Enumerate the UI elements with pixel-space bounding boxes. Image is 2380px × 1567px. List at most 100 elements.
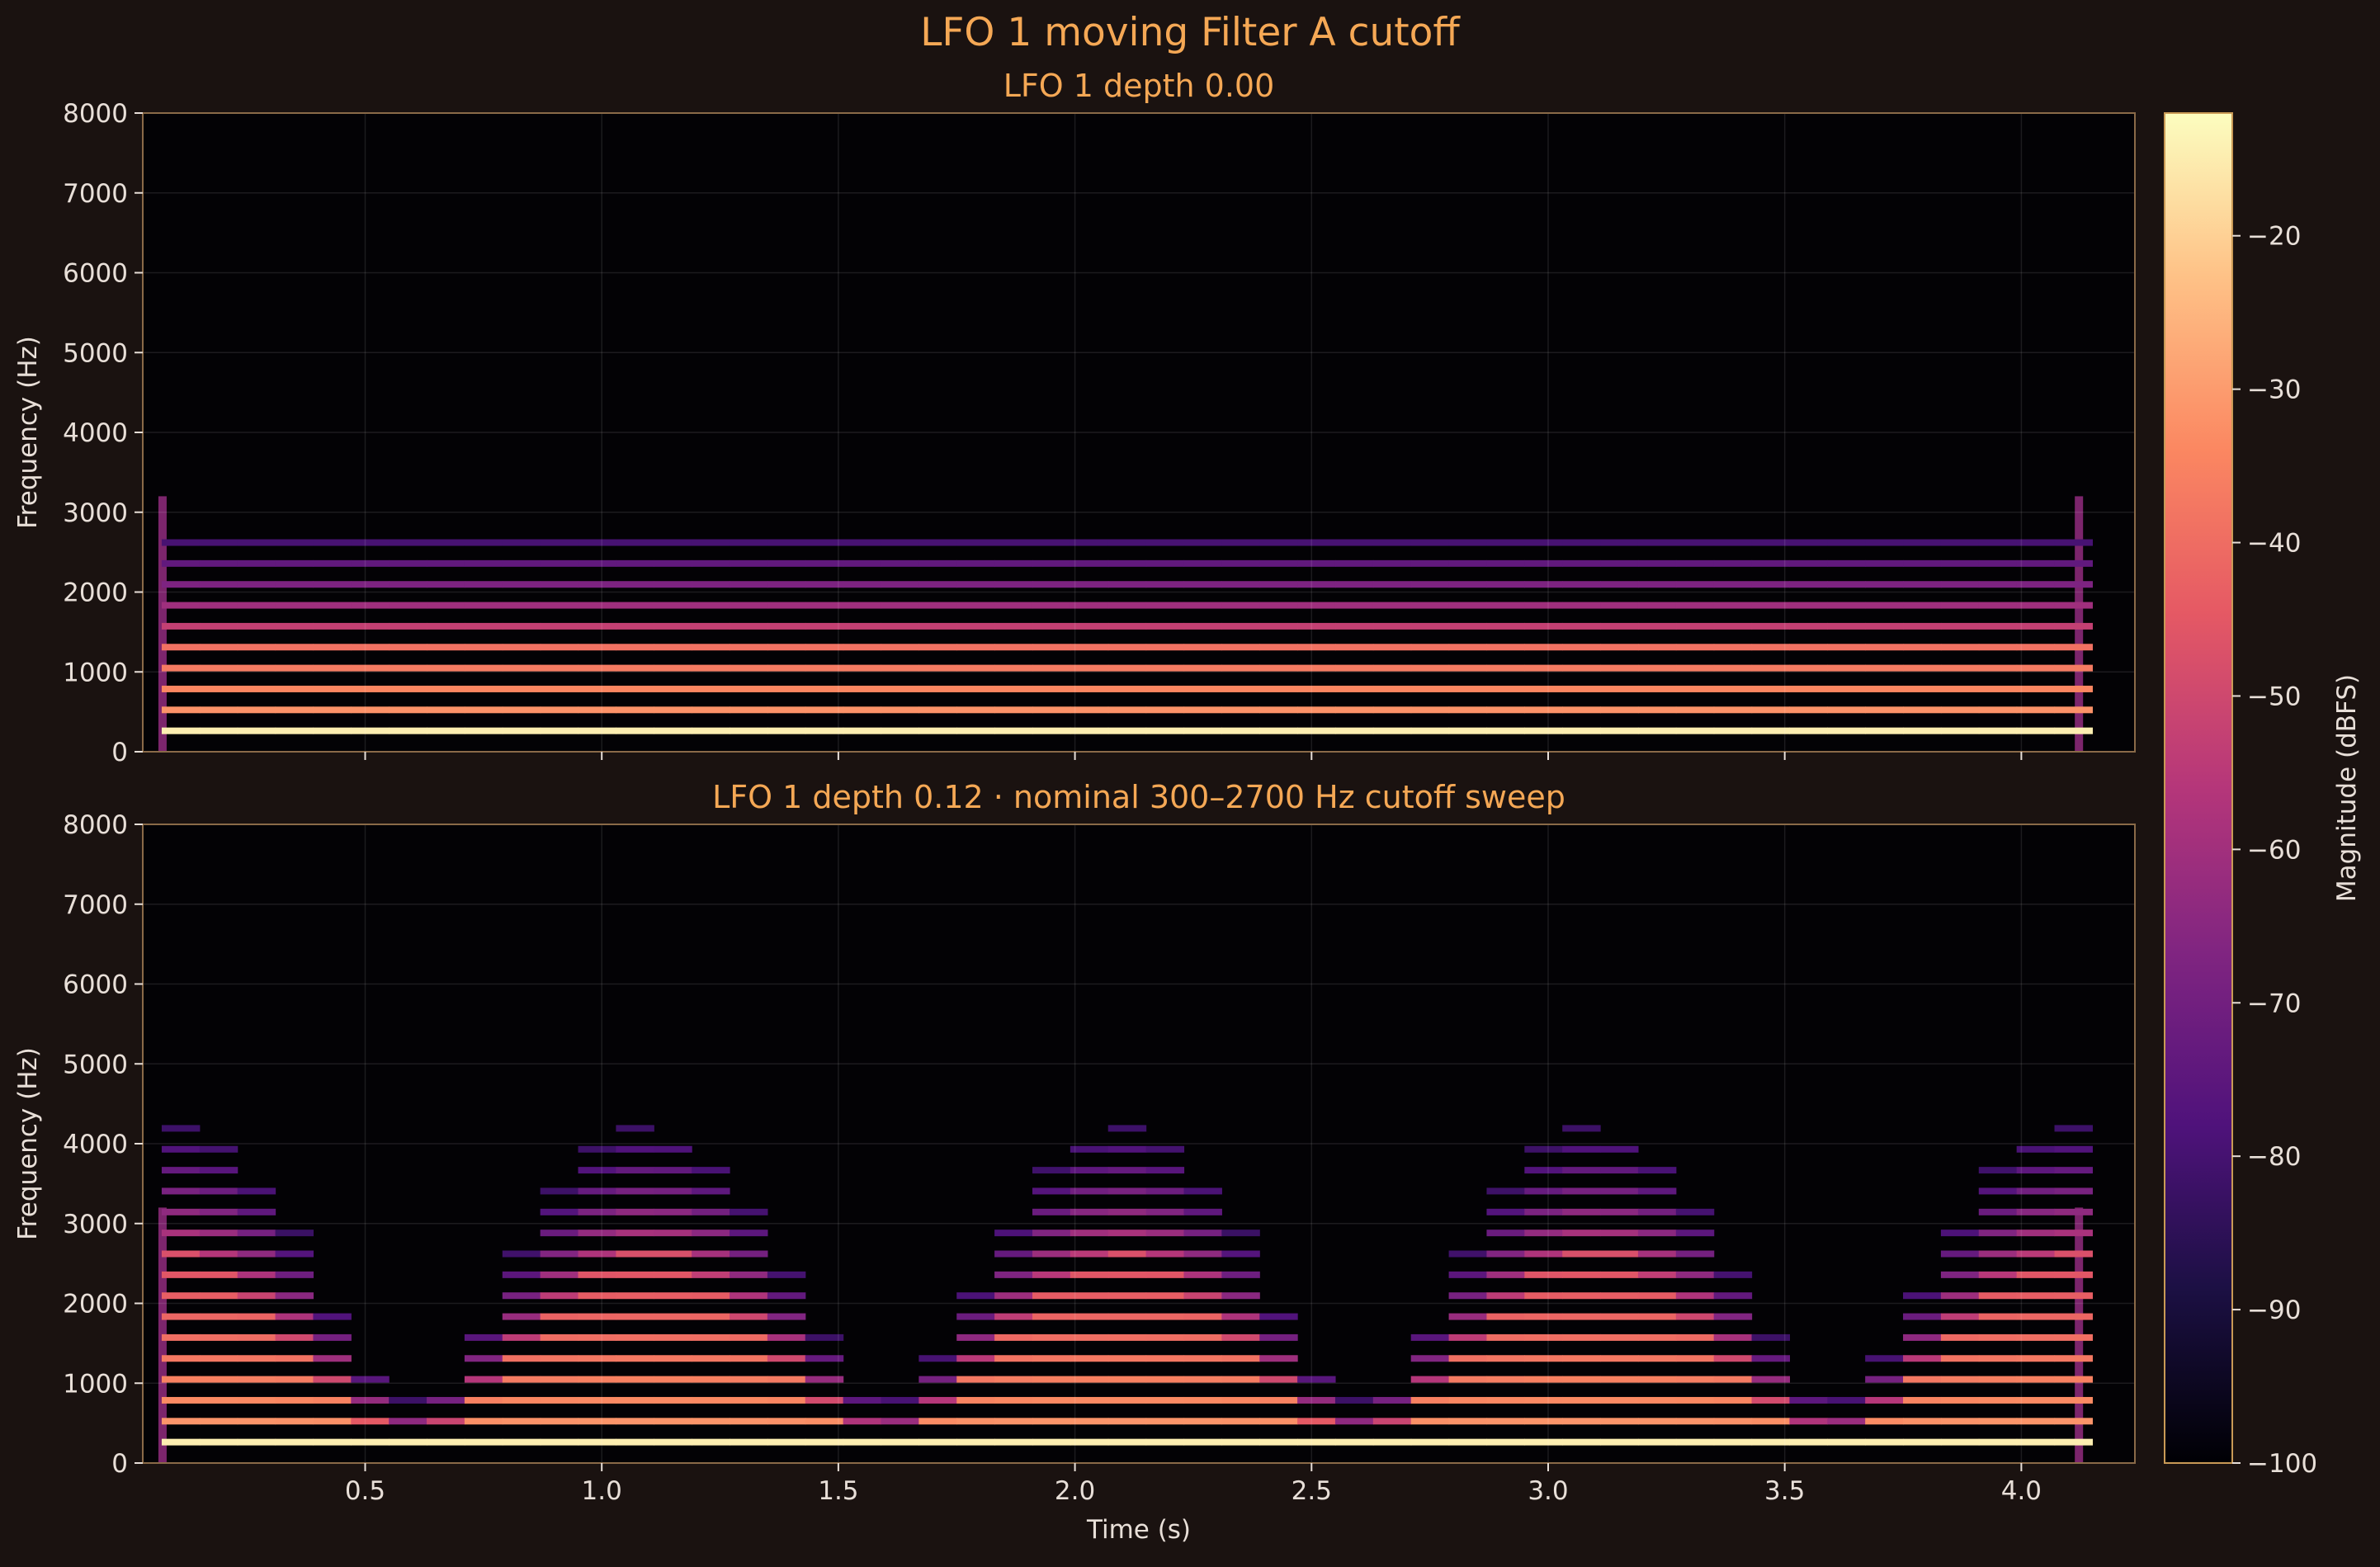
top-harmonic-band-segment <box>1675 685 1715 692</box>
bottom-harmonic-band-segment <box>1107 1250 1147 1258</box>
bottom-harmonic-band-segment <box>1562 1250 1601 1258</box>
bottom-harmonic-band-segment <box>918 1438 957 1446</box>
top-harmonic-band-segment <box>616 581 654 588</box>
top-harmonic-band-segment <box>616 706 654 714</box>
bottom-harmonic-band-segment <box>1107 1230 1147 1237</box>
bottom-harmonic-band-segment <box>1486 1292 1525 1300</box>
top-harmonic-band-segment <box>881 644 919 651</box>
bottom-harmonic-band-segment <box>1600 1187 1639 1195</box>
top-harmonic-band-segment <box>540 559 579 567</box>
top-harmonic-band-segment <box>237 706 276 714</box>
top-harmonic-band-segment <box>161 644 201 651</box>
bottom-harmonic-band-segment <box>1070 1250 1109 1258</box>
top-harmonic-band-segment <box>1032 602 1071 609</box>
bottom-harmonic-band-segment <box>540 1438 579 1446</box>
bottom-harmonic-band-segment <box>1524 1355 1563 1362</box>
top-harmonic-band-segment <box>1372 581 1412 588</box>
top-harmonic-band-segment <box>389 539 427 546</box>
bottom-harmonic-band-segment <box>1107 1187 1147 1195</box>
bottom-harmonic-band-segment <box>616 1250 654 1258</box>
top-harmonic-band-segment <box>1486 602 1525 609</box>
top-harmonic-band-segment <box>1259 664 1298 672</box>
bottom-harmonic-band-segment <box>654 1355 692 1362</box>
top-harmonic-band-segment <box>2016 539 2056 546</box>
top-harmonic-band-segment <box>1524 706 1563 714</box>
top-harmonic-band-segment <box>1637 664 1677 672</box>
top-harmonic-band-segment <box>1448 559 1488 567</box>
bottom-harmonic-band-segment <box>161 1208 201 1215</box>
bottom-harmonic-band-segment <box>1070 1396 1109 1404</box>
top-harmonic-band-segment <box>1448 727 1488 734</box>
top-harmonic-band-segment <box>237 644 276 651</box>
top-harmonic-band-segment <box>502 581 541 588</box>
bottom-harmonic-band-segment <box>767 1396 806 1404</box>
bottom-harmonic-band-segment <box>464 1418 503 1425</box>
bottom-harmonic-band-segment <box>161 1438 201 1446</box>
colorbar-label: Magnitude (dBFS) <box>2332 674 2362 902</box>
bottom-harmonic-band-segment <box>275 1271 314 1278</box>
bottom-harmonic-band-segment <box>616 1230 654 1237</box>
bottom-harmonic-band-segment <box>1940 1230 1980 1237</box>
bottom-harmonic-band-segment <box>1410 1376 1450 1383</box>
bottom-harmonic-band-segment <box>1221 1355 1260 1362</box>
bottom-harmonic-band-segment <box>1600 1292 1639 1300</box>
bottom-harmonic-band-segment <box>199 1250 238 1258</box>
top-harmonic-band-segment <box>540 581 579 588</box>
bottom-harmonic-band-segment <box>502 1376 541 1383</box>
bottom-harmonic-band-segment <box>1637 1208 1677 1215</box>
top-harmonic-band-segment <box>464 581 503 588</box>
bottom-harmonic-band-segment <box>351 1438 390 1446</box>
bottom-harmonic-band-segment <box>1183 1271 1222 1278</box>
colorbar-tick-label: −20 <box>2247 222 2301 252</box>
colorbar-tick-label: −80 <box>2247 1142 2301 1172</box>
bottom-harmonic-band-segment <box>1297 1376 1336 1383</box>
bottom-harmonic-band-segment <box>730 1313 768 1320</box>
bottom-harmonic-band-segment <box>1940 1313 1980 1320</box>
bottom-harmonic-band-segment <box>1713 1418 1753 1425</box>
bottom-harmonic-band-segment <box>540 1396 579 1404</box>
bottom-harmonic-band-segment <box>540 1208 579 1215</box>
top-harmonic-band-segment <box>1448 664 1488 672</box>
bottom-harmonic-band-segment <box>464 1438 503 1446</box>
top-harmonic-band-segment <box>1675 644 1715 651</box>
top-harmonic-band-segment <box>161 685 201 692</box>
bottom-harmonic-band-segment <box>2054 1271 2093 1278</box>
bottom-harmonic-band-segment <box>502 1438 541 1446</box>
top-harmonic-band-segment <box>1940 539 1980 546</box>
bottom-harmonic-band-segment <box>730 1355 768 1362</box>
bottom-harmonic-band-segment <box>199 1187 238 1195</box>
top-harmonic-band-segment <box>2016 664 2056 672</box>
bottom-harmonic-band-segment <box>1448 1355 1488 1362</box>
top-harmonic-band-segment <box>1486 622 1525 630</box>
top-harmonic-band-segment <box>1865 559 1904 567</box>
top-harmonic-band-segment <box>730 602 768 609</box>
top-harmonic-band-segment <box>1713 539 1753 546</box>
bottom-harmonic-band-segment <box>237 1187 276 1195</box>
top-harmonic-band-segment <box>1978 727 2018 734</box>
bottom-harmonic-band-segment <box>1637 1376 1677 1383</box>
top-harmonic-band-segment <box>654 581 692 588</box>
bottom-y-tick-label: 3000 <box>63 1210 128 1239</box>
top-harmonic-band-segment <box>1562 559 1601 567</box>
top-harmonic-band-segment <box>1221 727 1260 734</box>
top-harmonic-band-segment <box>1372 727 1412 734</box>
bottom-harmonic-band-segment <box>2016 1292 2056 1300</box>
top-harmonic-band-segment <box>161 602 201 609</box>
top-harmonic-band-segment <box>2016 559 2056 567</box>
top-harmonic-band-segment <box>918 539 957 546</box>
bottom-harmonic-band-segment <box>1903 1376 1942 1383</box>
top-harmonic-band-segment <box>1070 581 1109 588</box>
bottom-harmonic-band-segment <box>1070 1418 1109 1425</box>
top-harmonic-band-segment <box>1600 706 1639 714</box>
top-harmonic-band-segment <box>1372 539 1412 546</box>
bottom-harmonic-band-segment <box>1562 1438 1601 1446</box>
bottom-harmonic-band-segment <box>199 1167 238 1174</box>
top-harmonic-band-segment <box>1145 685 1185 692</box>
top-harmonic-band-segment <box>2016 644 2056 651</box>
bottom-harmonic-band-segment <box>692 1333 730 1341</box>
bottom-x-tick-label: 2.5 <box>1292 1476 1332 1506</box>
top-harmonic-band-segment <box>1827 622 1866 630</box>
top-harmonic-band-segment <box>1410 602 1450 609</box>
bottom-harmonic-band-segment <box>654 1230 692 1237</box>
top-harmonic-band-segment <box>578 602 616 609</box>
